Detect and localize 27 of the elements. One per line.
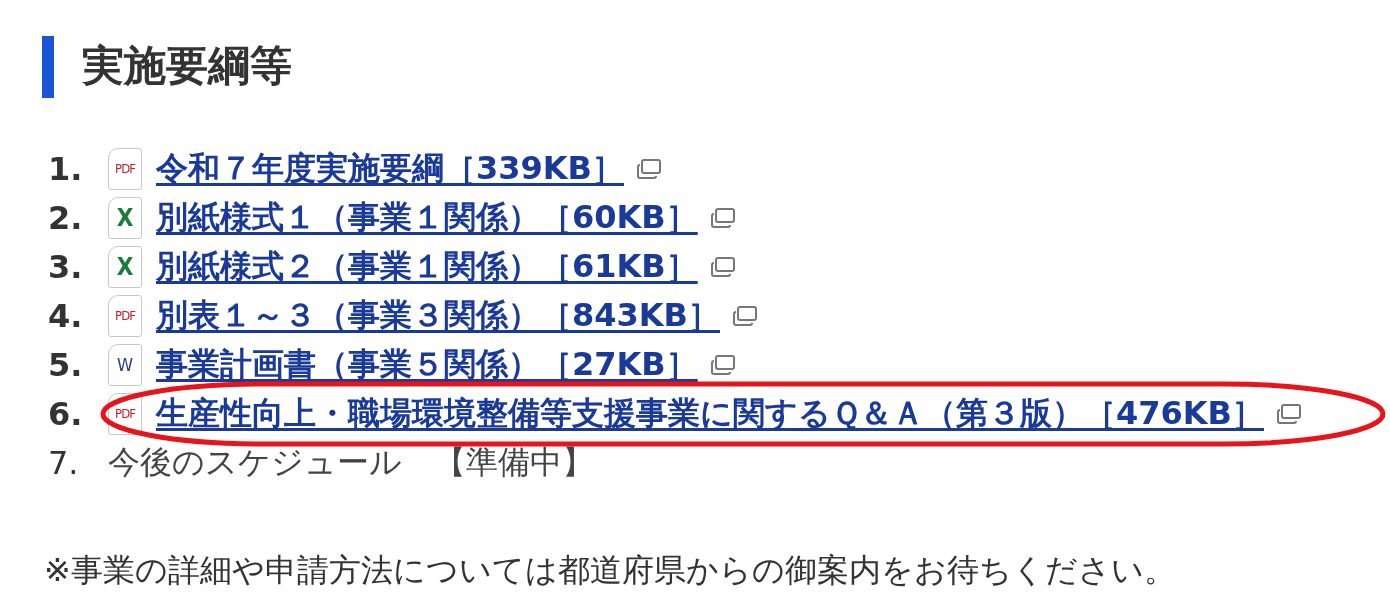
- spreadsheet-file-icon: X: [108, 245, 142, 288]
- document-link[interactable]: 事業計画書（事業５関係）［27KB］: [156, 342, 710, 387]
- document-link[interactable]: 生産性向上・職場環境整備等支援事業に関するＱ＆Ａ（第３版）［476KB］: [156, 391, 1276, 436]
- new-window-icon: [732, 304, 758, 327]
- pdf-file-icon: PDF: [108, 147, 142, 190]
- document-link[interactable]: 別紙様式２（事業１関係）［61KB］: [156, 244, 710, 289]
- document-link[interactable]: 別紙様式１（事業１関係）［60KB］: [156, 195, 710, 240]
- document-link[interactable]: 別表１～３（事業３関係）［843KB］: [156, 293, 732, 338]
- list-number: 7.: [47, 443, 80, 482]
- document-link[interactable]: 令和７年度実施要綱［339KB］: [156, 146, 636, 191]
- list-number: 2.: [47, 198, 84, 237]
- pdf-file-icon: PDF: [108, 294, 142, 337]
- new-window-icon: [709, 353, 736, 376]
- document-file-icon: W: [108, 343, 142, 386]
- new-window-icon: [709, 206, 736, 229]
- new-window-icon: [709, 255, 736, 278]
- new-window-icon: [1276, 402, 1302, 425]
- list-number: 1.: [47, 149, 84, 188]
- list-number: 6.: [47, 394, 84, 433]
- list-text: 今後のスケジュール 【準備中】: [108, 441, 594, 483]
- list-number: 5.: [47, 345, 84, 384]
- spreadsheet-file-icon: X: [108, 196, 142, 239]
- note-text: ※事業の詳細や申請方法については都道府県からの御案内をお待ちください。: [44, 550, 1177, 591]
- list-number: 3.: [47, 247, 84, 286]
- new-window-icon: [636, 157, 662, 180]
- list-number: 4.: [47, 296, 84, 335]
- section-heading: 実施要綱等: [42, 36, 1390, 98]
